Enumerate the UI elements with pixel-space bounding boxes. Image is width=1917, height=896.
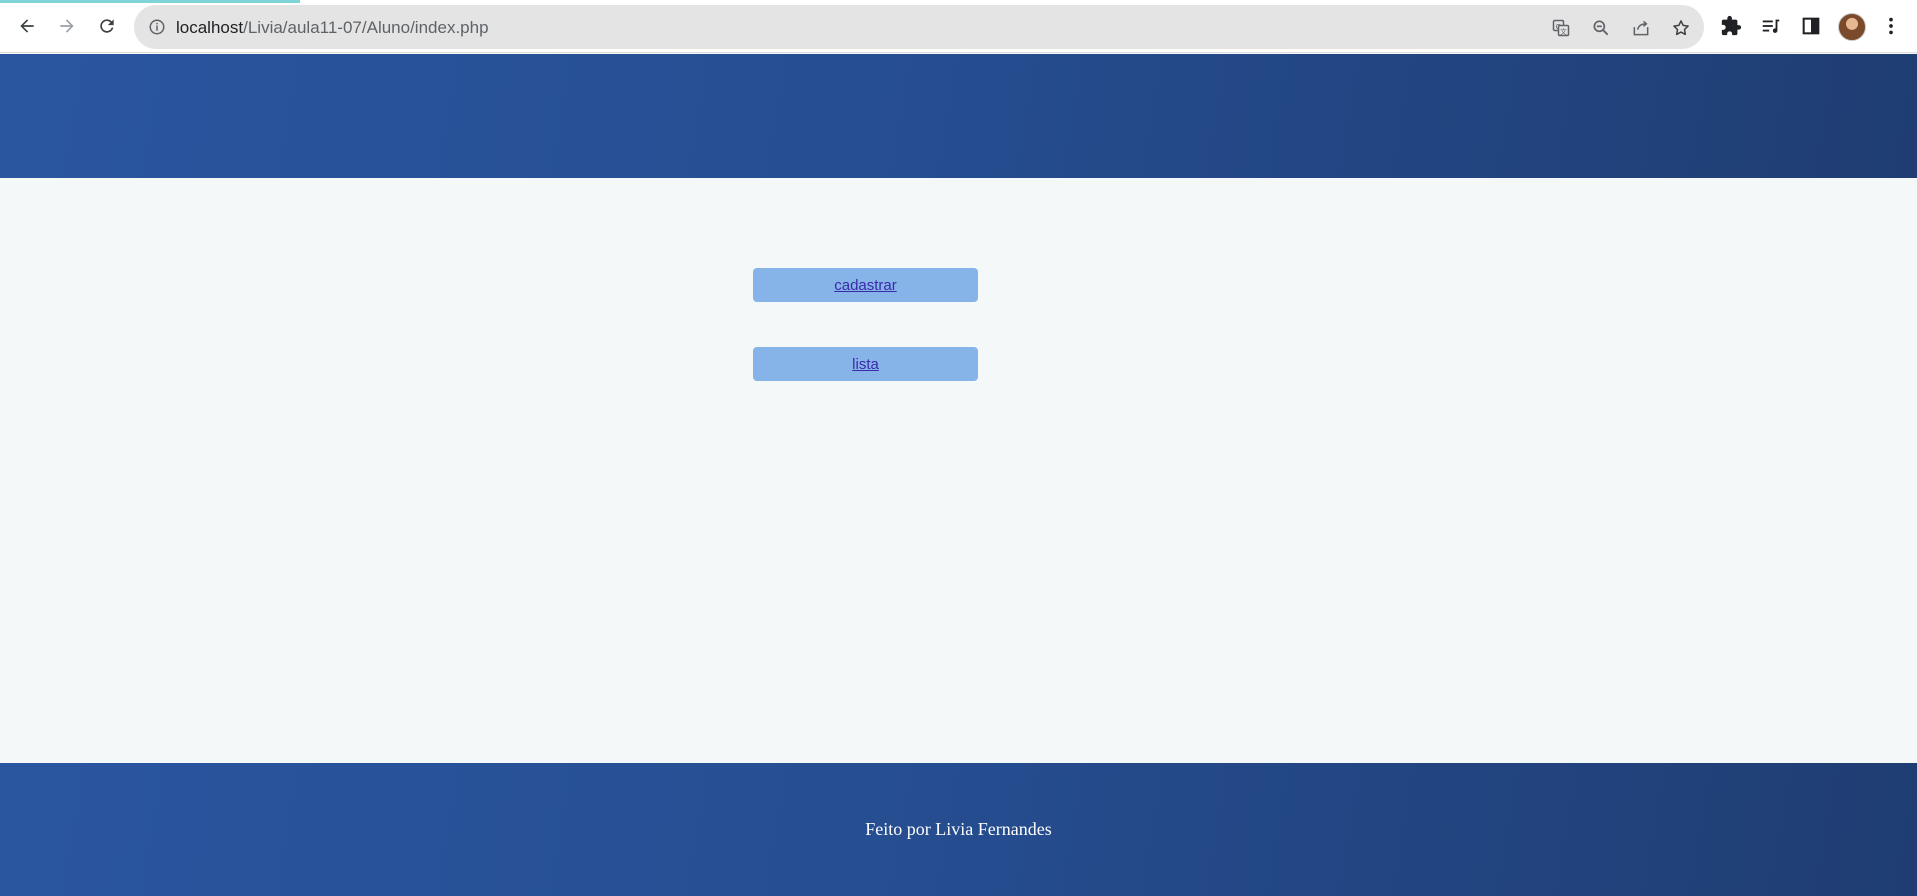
arrow-left-icon [20, 19, 34, 33]
share-icon [1633, 20, 1649, 36]
reload-icon [100, 19, 114, 33]
browser-menu-button[interactable] [1878, 13, 1904, 39]
site-header [0, 54, 1917, 178]
zoom-button[interactable] [1590, 17, 1612, 39]
share-button[interactable] [1630, 17, 1652, 39]
reading-list-icon [1762, 19, 1780, 33]
forward-button[interactable] [52, 11, 82, 41]
lista-link[interactable]: lista [852, 356, 879, 373]
cadastrar-link[interactable]: cadastrar [834, 277, 897, 294]
arrow-right-icon [60, 19, 74, 33]
translate-icon: G 文 [1552, 19, 1570, 37]
side-panel-icon [1802, 17, 1820, 35]
svg-text:文: 文 [1560, 27, 1567, 36]
reading-list-button[interactable] [1758, 13, 1784, 39]
address-bar[interactable]: localhost/Livia/aula11-07/Aluno/index.ph… [134, 5, 1704, 49]
loading-bar [0, 0, 300, 3]
url-host: localhost [176, 18, 244, 37]
cadastrar-button[interactable]: cadastrar [753, 268, 978, 302]
url-text[interactable]: localhost/Livia/aula11-07/Aluno/index.ph… [176, 18, 489, 38]
bookmark-button[interactable] [1670, 17, 1692, 39]
lista-button[interactable]: lista [753, 347, 978, 381]
site-footer: Feito por Livia Fernandes [0, 763, 1917, 896]
zoom-out-icon [1593, 20, 1609, 36]
more-vert-icon [1889, 17, 1893, 35]
main-content: cadastrar lista [0, 178, 1917, 763]
reload-button[interactable] [92, 11, 122, 41]
translate-button[interactable]: G 文 [1550, 17, 1572, 39]
side-panel-button[interactable] [1798, 13, 1824, 39]
puzzle-icon [1721, 15, 1742, 36]
back-button[interactable] [12, 11, 42, 41]
footer-credit: Feito por Livia Fernandes [865, 819, 1052, 839]
url-path: /Livia/aula11-07/Aluno/index.php [243, 18, 489, 37]
browser-toolbar: localhost/Livia/aula11-07/Aluno/index.ph… [0, 0, 1917, 53]
extensions-button[interactable] [1718, 13, 1744, 39]
star-icon [1673, 20, 1689, 36]
avatar[interactable] [1838, 13, 1866, 41]
info-icon[interactable] [148, 18, 166, 36]
